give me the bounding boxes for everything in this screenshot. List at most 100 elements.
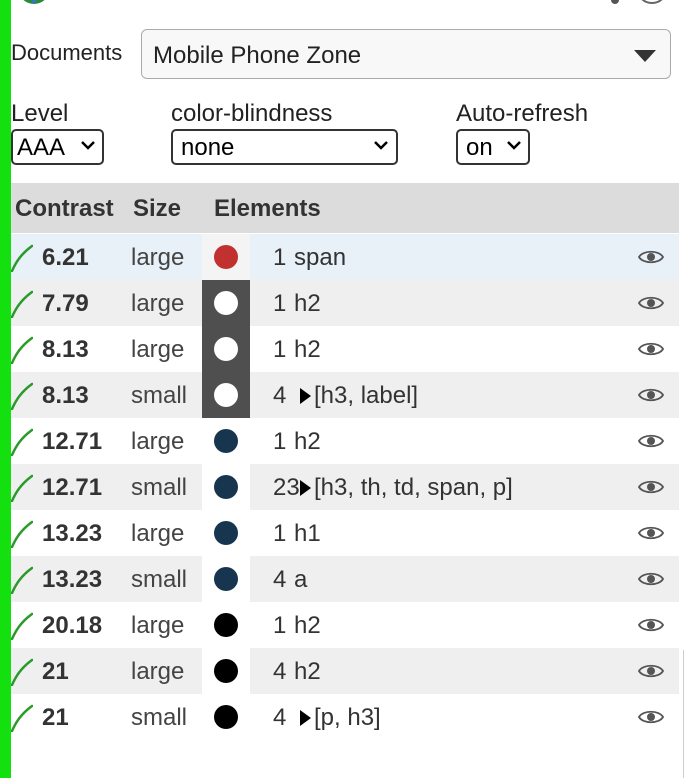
color-swatch (202, 234, 250, 280)
element-count: 4 (273, 566, 287, 593)
eye-icon[interactable] (638, 478, 664, 496)
size-value: small (131, 566, 188, 593)
header-elements[interactable]: Elements (214, 195, 321, 223)
size-value: small (131, 704, 188, 731)
element-list[interactable]: [h3, th, td, span, p] (314, 474, 513, 502)
eye-icon[interactable] (638, 570, 664, 588)
header-size[interactable]: Size (133, 195, 181, 223)
scrollbar-track[interactable] (683, 650, 684, 778)
table-row[interactable]: 21 large 4 h2 (11, 648, 679, 694)
element-count: 1 (273, 336, 287, 363)
element-list: h2 (294, 428, 321, 455)
color-dot (214, 659, 238, 683)
eye-icon[interactable] (638, 524, 664, 542)
app-logo-icon (23, 0, 45, 4)
table-row[interactable]: 21 small 4 [p, h3] (11, 694, 679, 740)
header-contrast[interactable]: Contrast (15, 195, 114, 223)
auto-refresh-select[interactable]: on (456, 129, 530, 165)
contrast-value: 6.21 (42, 244, 89, 271)
color-swatch (202, 418, 250, 464)
table-row[interactable]: 8.13 small 4 [h3, label] (11, 372, 679, 418)
check-icon (11, 336, 33, 364)
check-icon (11, 566, 33, 594)
element-list: h2 (294, 290, 321, 317)
size-value: large (131, 428, 185, 455)
size-value: large (131, 658, 185, 685)
triangle-right-icon[interactable] (300, 480, 311, 496)
color-dot (214, 613, 238, 637)
element-list[interactable]: [p, h3] (314, 704, 381, 732)
element-count: 1 (273, 428, 287, 455)
triangle-right-icon[interactable] (300, 710, 311, 726)
table-row[interactable]: 12.71 small 23 [h3, th, td, span, p] (11, 464, 679, 510)
eye-icon[interactable] (638, 248, 664, 266)
size-value: small (131, 382, 188, 409)
color-dot (214, 521, 238, 545)
contrast-value: 13.23 (42, 520, 103, 547)
element-count: 1 (273, 612, 287, 639)
size-value: large (131, 290, 185, 317)
documents-select[interactable]: Mobile Phone Zone (141, 29, 671, 79)
eye-icon[interactable] (638, 294, 664, 312)
element-count: 1 (273, 520, 287, 547)
table-row[interactable]: 6.21 large 1 span (11, 234, 679, 280)
element-list[interactable]: [h3, label] (314, 382, 418, 410)
documents-label: Documents (11, 40, 123, 65)
eye-icon[interactable] (638, 708, 664, 726)
color-swatch (202, 280, 250, 326)
contrast-value: 7.79 (42, 290, 89, 317)
element-list: a (294, 566, 308, 593)
color-swatch (202, 464, 250, 510)
color-dot (214, 567, 238, 591)
element-list: h1 (294, 520, 321, 547)
contrast-value: 12.71 (42, 428, 103, 455)
color-blindness-select[interactable]: none (171, 129, 398, 165)
check-icon (11, 428, 33, 456)
check-icon (11, 382, 33, 410)
check-icon (11, 704, 33, 732)
color-swatch (202, 556, 250, 602)
contrast-value: 8.13 (42, 336, 89, 363)
check-icon (11, 244, 33, 272)
check-icon (11, 658, 33, 686)
chevron-down-icon (374, 141, 388, 150)
table-row[interactable]: 13.23 small 4 a (11, 556, 679, 602)
color-dot (214, 291, 238, 315)
element-count: 4 (273, 704, 287, 731)
documents-selected-value: Mobile Phone Zone (153, 42, 362, 69)
element-count: 1 (273, 244, 287, 271)
level-select[interactable]: AAA (11, 129, 104, 165)
triangle-right-icon[interactable] (300, 388, 311, 404)
size-value: large (131, 244, 185, 271)
table-row[interactable]: 13.23 large 1 h1 (11, 510, 679, 556)
auto-refresh-value: on (466, 134, 493, 161)
table-row[interactable]: 20.18 large 1 h2 (11, 602, 679, 648)
element-count: 1 (273, 290, 287, 317)
contrast-value: 12.71 (42, 474, 103, 501)
color-blindness-value: none (181, 134, 235, 161)
contrast-value: 13.23 (42, 566, 103, 593)
eye-icon[interactable] (638, 432, 664, 450)
eye-icon[interactable] (638, 340, 664, 358)
color-swatch (202, 372, 250, 418)
color-dot (214, 383, 238, 407)
eye-icon[interactable] (638, 386, 664, 404)
table-row[interactable]: 7.79 large 1 h2 (11, 280, 679, 326)
eye-icon[interactable] (638, 662, 664, 680)
color-dot (214, 475, 238, 499)
close-circle-icon[interactable] (637, 0, 667, 8)
table-row[interactable]: 8.13 large 1 h2 (11, 326, 679, 372)
auto-refresh-label: Auto-refresh (456, 100, 589, 127)
left-green-bar (0, 0, 11, 778)
color-swatch (202, 602, 250, 648)
menu-dot-icon[interactable] (611, 0, 619, 4)
contrast-value: 8.13 (42, 382, 89, 409)
check-icon (11, 612, 33, 640)
contrast-value: 20.18 (42, 612, 103, 639)
contrast-value: 21 (42, 704, 69, 731)
eye-icon[interactable] (638, 616, 664, 634)
contrast-value: 21 (42, 658, 69, 685)
chevron-down-icon (507, 141, 521, 150)
table-row[interactable]: 12.71 large 1 h2 (11, 418, 679, 464)
color-swatch (202, 510, 250, 556)
